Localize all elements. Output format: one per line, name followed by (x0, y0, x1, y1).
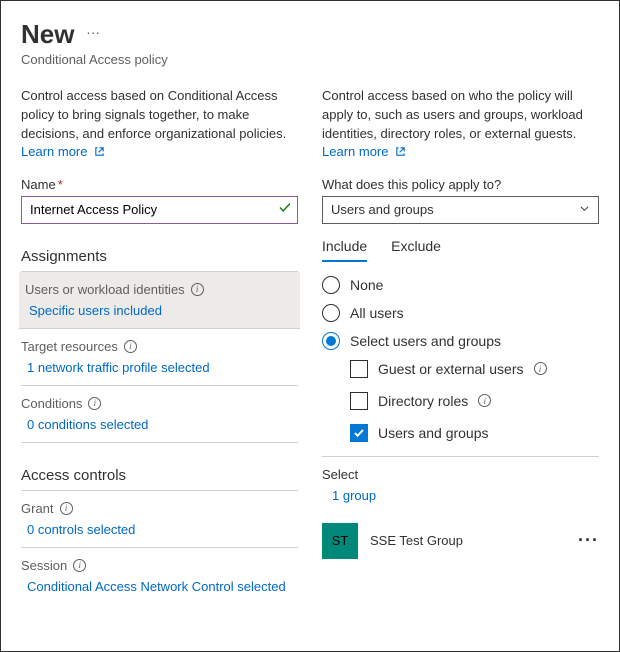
checkbox-roles-label: Directory roles (378, 393, 468, 409)
apply-to-select[interactable]: Users and groups (322, 196, 599, 224)
info-icon[interactable]: i (534, 362, 547, 375)
policy-description: Control access based on Conditional Acce… (21, 87, 298, 144)
checkbox-directory-roles[interactable]: Directory roles i (350, 392, 599, 410)
radio-icon (322, 276, 340, 294)
learn-more-link[interactable]: Learn more (21, 144, 105, 159)
assignment-conditions-link[interactable]: 0 conditions selected (21, 417, 298, 432)
divider (322, 456, 599, 457)
external-link-icon (94, 146, 105, 157)
radio-all-label: All users (350, 305, 404, 321)
assignment-conditions-label: Conditions (21, 396, 82, 411)
assignment-target-item[interactable]: Target resources i 1 network traffic pro… (21, 329, 298, 386)
info-icon[interactable]: i (88, 397, 101, 410)
assignment-users-item[interactable]: Users or workload identities i Specific … (19, 272, 300, 329)
radio-icon (322, 332, 340, 350)
info-icon[interactable]: i (191, 283, 204, 296)
apply-to-value: Users and groups (331, 202, 434, 217)
assignment-users-link[interactable]: Specific users included (25, 303, 294, 318)
chevron-down-icon (579, 202, 590, 217)
users-description: Control access based on who the policy w… (322, 87, 599, 144)
checkbox-users-groups[interactable]: Users and groups (350, 424, 599, 442)
session-item[interactable]: Session i Conditional Access Network Con… (21, 548, 298, 604)
required-asterisk: * (58, 177, 63, 192)
assignment-target-label: Target resources (21, 339, 118, 354)
checkbox-guest-users[interactable]: Guest or external users i (350, 360, 599, 378)
assignment-target-link[interactable]: 1 network traffic profile selected (21, 360, 298, 375)
checkbox-guest-label: Guest or external users (378, 361, 524, 377)
external-link-icon (395, 146, 406, 157)
learn-more-text: Learn more (21, 144, 87, 159)
apply-to-label: What does this policy apply to? (322, 177, 599, 192)
session-label: Session (21, 558, 67, 573)
checkbox-users-label: Users and groups (378, 425, 489, 441)
tab-exclude[interactable]: Exclude (391, 238, 441, 262)
learn-more-link[interactable]: Learn more (322, 144, 406, 159)
assignment-users-label: Users or workload identities (25, 282, 185, 297)
assignment-conditions-item[interactable]: Conditions i 0 conditions selected (21, 386, 298, 443)
checkbox-icon (350, 424, 368, 442)
more-options-icon[interactable]: ··· (86, 24, 100, 40)
radio-select-label: Select users and groups (350, 333, 501, 349)
access-controls-header: Access controls (21, 467, 298, 491)
selected-group-item[interactable]: ST SSE Test Group ··· (322, 519, 599, 563)
tab-include[interactable]: Include (322, 238, 367, 262)
policy-name-input[interactable] (21, 196, 298, 224)
assignments-column: Control access based on Conditional Acce… (21, 87, 298, 604)
select-groups-link[interactable]: 1 group (322, 488, 599, 503)
users-config-column: Control access based on who the policy w… (322, 87, 599, 604)
session-link[interactable]: Conditional Access Network Control selec… (21, 579, 298, 594)
page-subtitle: Conditional Access policy (21, 52, 599, 67)
info-icon[interactable]: i (73, 559, 86, 572)
grant-label: Grant (21, 501, 54, 516)
assignments-header: Assignments (21, 248, 298, 272)
page-title: New (21, 19, 74, 50)
select-header: Select (322, 467, 599, 482)
info-icon[interactable]: i (124, 340, 137, 353)
name-label: Name* (21, 177, 298, 192)
learn-more-text: Learn more (322, 144, 388, 159)
checkbox-icon (350, 392, 368, 410)
info-icon[interactable]: i (478, 394, 491, 407)
radio-icon (322, 304, 340, 322)
group-avatar: ST (322, 523, 358, 559)
checkbox-icon (350, 360, 368, 378)
valid-check-icon (278, 200, 292, 219)
radio-none-label: None (350, 277, 383, 293)
info-icon[interactable]: i (60, 502, 73, 515)
group-more-icon[interactable]: ··· (578, 530, 599, 551)
radio-none[interactable]: None (322, 276, 599, 294)
radio-select-users[interactable]: Select users and groups (322, 332, 599, 350)
radio-all-users[interactable]: All users (322, 304, 599, 322)
grant-item[interactable]: Grant i 0 controls selected (21, 491, 298, 548)
grant-link[interactable]: 0 controls selected (21, 522, 298, 537)
group-name: SSE Test Group (370, 533, 566, 548)
